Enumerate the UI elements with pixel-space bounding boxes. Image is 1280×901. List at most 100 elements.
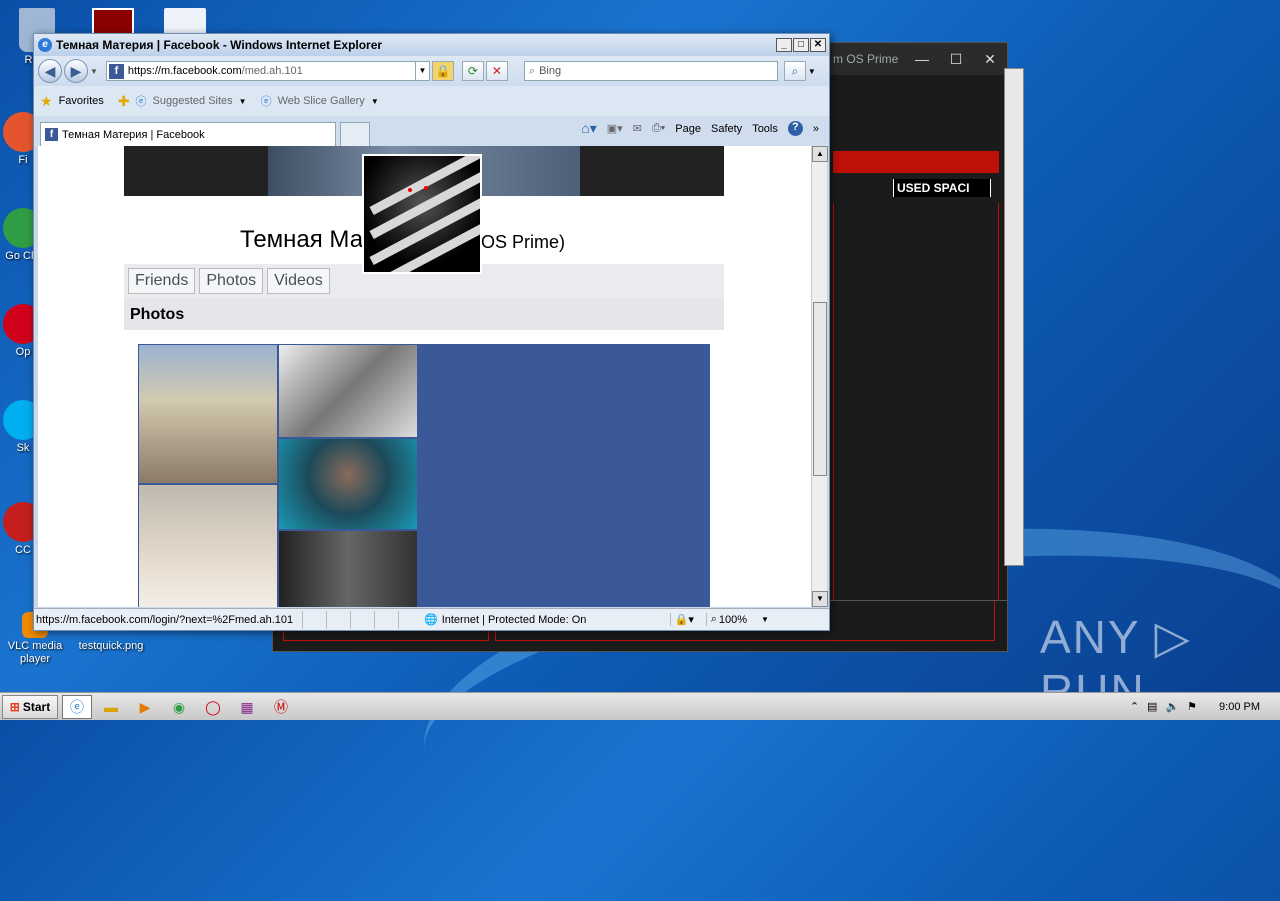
system-tray: ⌃ ▤ 🔈 ⚑ 9:00 PM [1130, 700, 1280, 714]
profile-name: Темная Ма [240, 226, 364, 253]
search-box[interactable]: ⌕ Bing [523, 61, 778, 81]
background-app-titlebar[interactable]: m OS Prime — ☐ ✕ [829, 43, 1007, 75]
command-bar: ⌂▾ ▣▾ ✉ ⎙▾ Page Safety Tools ? » [581, 120, 819, 137]
close-button[interactable]: ✕ [973, 51, 1007, 68]
print-icon[interactable]: ⎙▾ [652, 122, 665, 135]
home-icon[interactable]: ⌂▾ [581, 120, 596, 137]
web-slice-icon: ⓔ [260, 96, 272, 108]
mail-icon[interactable]: ✉ [633, 122, 642, 135]
page-menu[interactable]: Page [675, 123, 701, 135]
status-segment [302, 610, 324, 629]
search-placeholder: Bing [539, 65, 562, 77]
ie-logo-icon: e [38, 38, 52, 52]
stop-icon[interactable]: ✕ [485, 61, 508, 81]
ie-titlebar[interactable]: e Темная Материя | Facebook - Windows In… [34, 34, 829, 56]
address-prefix: https://m.facebook.com [127, 65, 242, 77]
minimize-button[interactable]: — [905, 51, 939, 67]
photo-thumbnail[interactable] [138, 484, 278, 607]
photo-thumbnail[interactable] [278, 530, 418, 607]
scroll-up-icon[interactable]: ▲ [812, 146, 828, 162]
scroll-thumb[interactable] [813, 302, 827, 476]
lock-icon[interactable]: 🔒 [431, 61, 454, 81]
taskbar-explorer-icon[interactable]: ▬ [96, 695, 126, 719]
feeds-icon[interactable]: ▣▾ [607, 122, 623, 135]
tray-volume-icon[interactable]: 🔈 [1165, 700, 1179, 713]
ie-page-icon: ⓔ [135, 96, 147, 108]
tab-facebook[interactable]: f Темная Материя | Facebook [40, 122, 336, 146]
web-slice-dropdown-icon[interactable]: ▼ [371, 97, 379, 106]
address-row: ◀ ▶ ▼ f https://m.facebook.com/med.ah.10… [34, 56, 829, 86]
address-dropdown-icon[interactable]: ▼ [414, 62, 429, 80]
photo-thumbnail[interactable] [278, 438, 418, 530]
security-zone[interactable]: Internet | Protected Mode: On [438, 614, 670, 626]
nav-photos-button[interactable]: Photos [199, 268, 264, 294]
ie-window-title: Темная Материя | Facebook - Windows Inte… [56, 38, 383, 52]
facebook-favicon-icon: f [108, 63, 124, 79]
ie-window[interactable]: e Темная Материя | Facebook - Windows In… [33, 33, 830, 631]
taskbar-mcafee-icon[interactable]: Ⓜ [266, 695, 296, 719]
ie-close-button[interactable]: ✕ [810, 38, 826, 52]
side-window-scrollbar[interactable] [1004, 68, 1024, 566]
recent-pages-icon[interactable]: ▼ [90, 67, 98, 76]
status-bar: https://m.facebook.com/login/?next=%2Fme… [34, 608, 829, 630]
nav-friends-button[interactable]: Friends [128, 268, 196, 294]
maximize-button[interactable]: ☐ [939, 51, 973, 68]
address-bar[interactable]: f https://m.facebook.com/med.ah.101 ▼ [105, 61, 430, 81]
scroll-down-icon[interactable]: ▼ [812, 591, 828, 607]
protected-mode-icon[interactable]: 🔒▾ [669, 613, 706, 626]
search-button-icon[interactable]: ⌕ [783, 61, 806, 81]
new-tab-button[interactable] [340, 122, 370, 146]
refresh-icon[interactable]: ⟳ [461, 61, 484, 81]
status-url: https://m.facebook.com/login/?next=%2Fme… [36, 613, 294, 626]
search-options-icon[interactable]: ▼ [808, 67, 816, 76]
background-app-title: m OS Prime [833, 52, 899, 66]
suggested-sites-dropdown-icon[interactable]: ▼ [239, 97, 247, 106]
add-favorites-icon[interactable]: ✚ [118, 93, 130, 110]
taskbar-ie-icon[interactable]: ⓔ [62, 694, 92, 719]
status-segment [326, 610, 348, 629]
start-label: Start [22, 699, 51, 714]
background-app-window[interactable]: m OS Prime — ☐ ✕ USED SPACI [828, 42, 1008, 652]
tray-expand-icon[interactable]: ⌃ [1130, 700, 1139, 713]
favorites-button[interactable]: Favorites [59, 95, 104, 107]
help-icon[interactable]: ? [787, 121, 803, 136]
tab-facebook-favicon-icon: f [45, 128, 58, 141]
start-button[interactable]: ⊞ Start [2, 694, 58, 719]
back-button[interactable]: ◀ [38, 59, 62, 83]
page-viewport[interactable]: Темная Ма tim OS Prime) Friends Photos V… [38, 146, 811, 607]
used-space-column-header[interactable]: USED SPACI [893, 179, 991, 197]
taskbar: ⊞ Start ⓔ ▬ ▶ ◉ ◯ ▦ Ⓜ ⌃ ▤ 🔈 ⚑ 9:00 PM [0, 692, 1280, 720]
taskbar-opera-icon[interactable]: ◯ [198, 695, 228, 719]
suggested-sites-link[interactable]: Suggested Sites [153, 95, 233, 107]
taskbar-winrar-icon[interactable]: ▦ [232, 695, 262, 719]
page-scrollbar[interactable]: ▲ ▼ [811, 146, 828, 607]
ie-minimize-button[interactable]: _ [776, 38, 792, 52]
tray-flag-icon[interactable]: ⚑ [1187, 700, 1197, 713]
web-slice-gallery-link[interactable]: Web Slice Gallery [278, 95, 365, 107]
drive-list-panel [833, 203, 999, 639]
zoom-icon: ⌕ [705, 613, 717, 626]
photo-grid [124, 330, 724, 607]
taskbar-media-player-icon[interactable]: ▶ [130, 695, 160, 719]
tray-network-icon[interactable]: ▤ [1147, 700, 1157, 713]
red-header-bar [833, 151, 999, 173]
photo-thumbnail[interactable] [278, 344, 418, 438]
zoom-level[interactable]: 100% [717, 614, 747, 626]
ie-maximize-button[interactable]: □ [793, 38, 809, 52]
tools-menu[interactable]: Tools [752, 123, 778, 135]
status-segment [398, 610, 420, 629]
facebook-profile-page: Темная Ма tim OS Prime) Friends Photos V… [124, 146, 724, 607]
globe-icon: 🌐 [424, 614, 438, 626]
zoom-dropdown-icon[interactable]: ▼ [761, 615, 769, 624]
clock[interactable]: 9:00 PM [1219, 701, 1260, 713]
safety-menu[interactable]: Safety [711, 123, 742, 135]
taskbar-chrome-icon[interactable]: ◉ [164, 695, 194, 719]
bing-icon: ⌕ [528, 64, 536, 77]
photo-grid-filler [418, 344, 710, 607]
photos-heading: Photos [124, 298, 724, 330]
photo-thumbnail[interactable] [138, 344, 278, 484]
nav-videos-button[interactable]: Videos [267, 268, 330, 294]
forward-button[interactable]: ▶ [64, 59, 88, 83]
profile-avatar[interactable] [362, 154, 482, 274]
more-chevron-icon[interactable]: » [813, 123, 819, 135]
